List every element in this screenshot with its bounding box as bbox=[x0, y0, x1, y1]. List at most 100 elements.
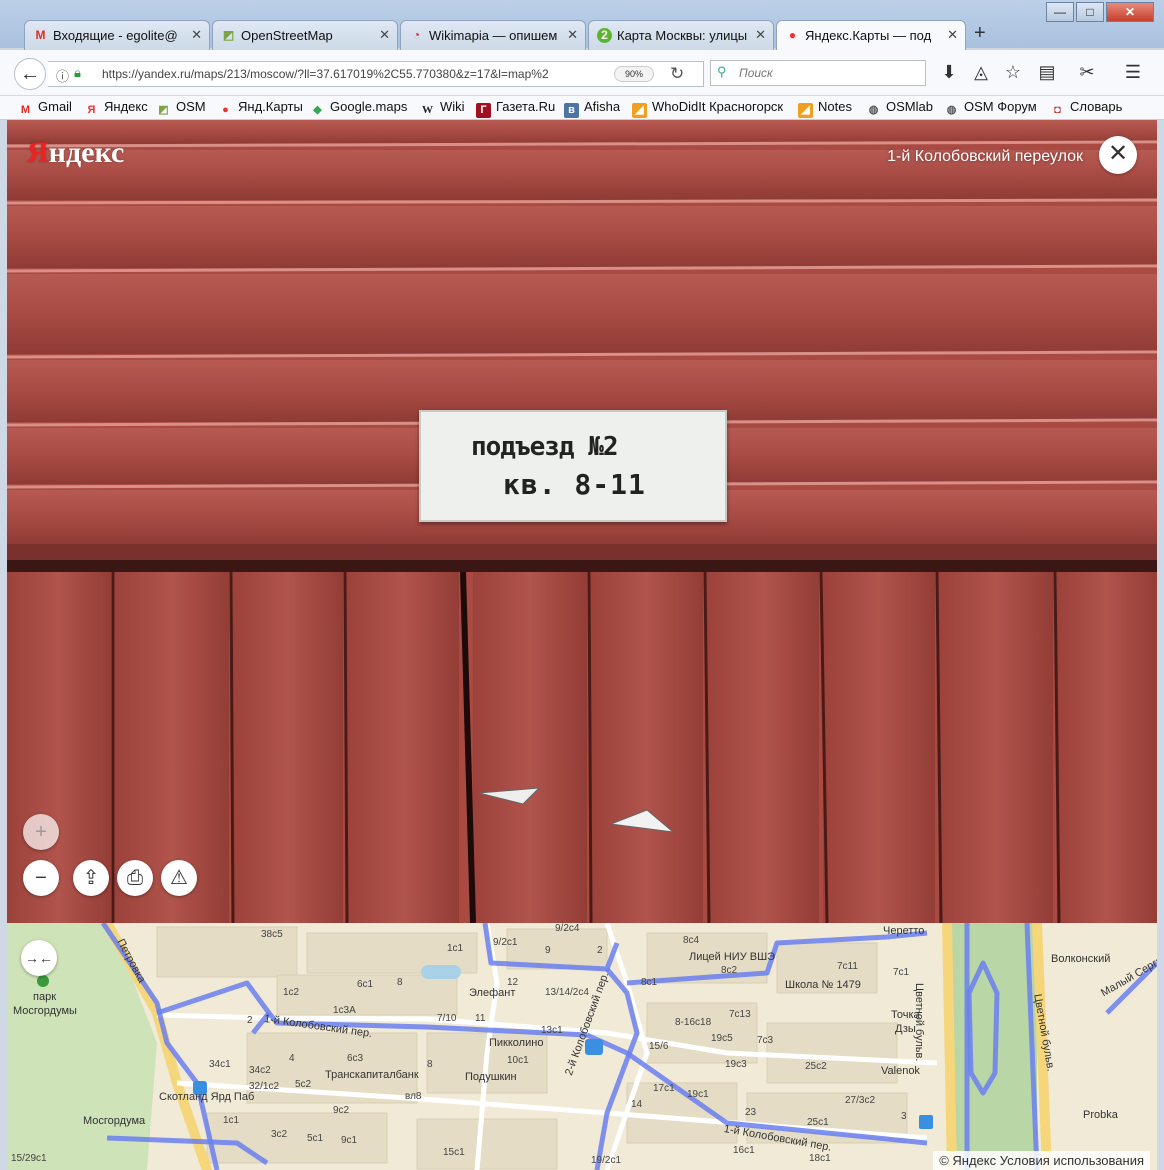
close-icon[interactable]: ✕ bbox=[947, 27, 958, 43]
close-icon[interactable]: ✕ bbox=[191, 27, 202, 43]
bookmark-gmail[interactable]: M Gmail bbox=[18, 99, 72, 118]
bookmark-afisha[interactable]: в Afisha bbox=[564, 99, 620, 118]
yandex-logo[interactable]: Яндекс bbox=[27, 136, 124, 170]
building-number: 7с1 bbox=[893, 967, 910, 978]
bookmark-star-icon[interactable]: ☆ bbox=[1002, 62, 1024, 83]
new-tab-button[interactable]: + bbox=[974, 22, 986, 45]
building-number: 9 bbox=[545, 945, 551, 956]
bookmark-osm-forum[interactable]: ◍ OSM Форум bbox=[944, 99, 1037, 118]
addon-icon[interactable]: ◬ bbox=[970, 62, 992, 83]
window-close-button[interactable]: ✕ bbox=[1106, 2, 1154, 22]
building-number: 1с3А bbox=[333, 1005, 356, 1016]
map-label[interactable]: Probka bbox=[1083, 1109, 1118, 1121]
map-label[interactable]: Волконский bbox=[1051, 953, 1110, 965]
map-label[interactable]: Пикколино bbox=[489, 1037, 543, 1049]
building-number: 4 bbox=[289, 1053, 295, 1064]
print-button[interactable]: ⎙ bbox=[117, 860, 153, 896]
tab-yandex-maps[interactable]: ● Яндекс.Карты — под ✕ bbox=[776, 20, 966, 50]
bookmark-label: Gmail bbox=[38, 99, 72, 114]
reload-icon[interactable]: ↻ bbox=[670, 64, 684, 84]
bookmark-dictionary[interactable]: ◘ Словарь bbox=[1050, 99, 1122, 118]
bookmark-google-maps[interactable]: ◆ Google.maps bbox=[310, 99, 407, 118]
map-label[interactable]: Лицей НИУ ВШЭ bbox=[689, 951, 775, 963]
navigation-bar: ⓘ 🔒︎ https://yandex.ru/maps/213/moscow/?… bbox=[0, 50, 1164, 96]
building-number: 23 bbox=[745, 1107, 757, 1118]
close-icon[interactable]: ✕ bbox=[379, 27, 390, 43]
panorama-view[interactable]: Яндекс 1-й Колобовский переулок ✕ подъез… bbox=[7, 120, 1157, 923]
osm-icon: ◩ bbox=[158, 104, 169, 116]
gmail-icon: M bbox=[35, 28, 46, 42]
maximize-button[interactable]: □ bbox=[1076, 2, 1104, 22]
tab-wikimapia[interactable]: ◔ Wikimapia — опишем ✕ bbox=[400, 20, 586, 50]
search-engine-icon: ⚲ bbox=[717, 64, 727, 79]
bookmark-whodidit[interactable]: ◢ WhoDidIt Красногорск bbox=[632, 99, 783, 118]
bookmark-label: Afisha bbox=[584, 99, 621, 114]
map-label[interactable]: Мосгордума bbox=[83, 1115, 145, 1127]
share-button[interactable]: ⇪ bbox=[73, 860, 109, 896]
map-label[interactable]: Черетто bbox=[883, 925, 924, 937]
bookmark-yandex-maps[interactable]: ● Янд.Карты bbox=[218, 99, 303, 118]
tab-openstreetmap[interactable]: ◩ OpenStreetMap ✕ bbox=[212, 20, 398, 50]
close-icon[interactable]: ✕ bbox=[755, 27, 766, 43]
share-icon: ⇪ bbox=[82, 867, 100, 889]
building-number: 27/3с2 bbox=[845, 1095, 876, 1106]
map-label[interactable]: Valenok bbox=[881, 1065, 920, 1077]
bookmark-yandex[interactable]: Я Яндекс bbox=[84, 99, 148, 118]
building-number: 7/10 bbox=[437, 1013, 457, 1024]
building-number: 34с2 bbox=[249, 1065, 271, 1076]
screenshot-icon[interactable]: ✂ bbox=[1076, 62, 1098, 83]
tab-2gis[interactable]: 2 Карта Москвы: улицы ✕ bbox=[588, 20, 774, 50]
search-box[interactable]: ⚲ bbox=[710, 60, 926, 86]
menu-icon[interactable]: ☰ bbox=[1122, 62, 1144, 83]
close-panorama-button[interactable]: ✕ bbox=[1099, 136, 1137, 174]
map-label[interactable]: парк bbox=[33, 991, 56, 1003]
building-number: 11 bbox=[475, 1013, 486, 1024]
building-number: 34с1 bbox=[209, 1059, 231, 1070]
map-label[interactable]: Мосгордумы bbox=[13, 1005, 77, 1017]
bookmark-label: OSM Форум bbox=[964, 99, 1037, 114]
minimize-button[interactable]: — bbox=[1046, 2, 1074, 22]
report-problem-button[interactable]: ⚠ bbox=[161, 860, 197, 896]
bookmark-wiki[interactable]: W Wiki bbox=[420, 99, 465, 118]
rss-icon: ◢ bbox=[632, 103, 647, 118]
bookmark-label: OSM bbox=[176, 99, 206, 114]
map-label[interactable]: Элефант bbox=[469, 987, 515, 999]
map-label[interactable]: Транскапиталбанк bbox=[325, 1069, 419, 1081]
tab-label: Яндекс.Карты — под bbox=[805, 28, 932, 43]
map-copyright[interactable]: © Яндекс Условия использования bbox=[933, 1151, 1150, 1170]
zoom-in-button[interactable]: + bbox=[23, 814, 59, 850]
building-number: 3с2 bbox=[271, 1129, 288, 1140]
info-icon[interactable]: ⓘ bbox=[56, 66, 69, 85]
reading-list-icon[interactable]: ▤ bbox=[1036, 62, 1058, 83]
bookmark-notes[interactable]: ◢ Notes bbox=[798, 99, 852, 118]
zoom-out-button[interactable]: − bbox=[23, 860, 59, 896]
mini-map[interactable]: Петровка парк Мосгордумы 1-й Колобовский пе… bbox=[7, 923, 1157, 1170]
bookmark-osm[interactable]: ◩ OSM bbox=[156, 99, 206, 118]
collapse-map-button[interactable]: →← bbox=[21, 940, 57, 976]
map-label[interactable]: Подушкин bbox=[465, 1071, 517, 1083]
zoom-indicator[interactable]: 90% bbox=[614, 66, 654, 82]
building-number: 9/2с1 bbox=[493, 937, 518, 948]
building-number: 1с1 bbox=[447, 943, 464, 954]
bookmark-label: Google.maps bbox=[330, 99, 408, 114]
building-number: 5с2 bbox=[295, 1079, 312, 1090]
url-text[interactable]: https://yandex.ru/maps/213/moscow/?ll=37… bbox=[102, 67, 602, 81]
address-bar[interactable]: ⓘ 🔒︎ https://yandex.ru/maps/213/moscow/?… bbox=[48, 61, 704, 87]
bookmark-gazeta[interactable]: Г Газета.Ru bbox=[476, 99, 555, 118]
osm-icon: ◩ bbox=[222, 28, 235, 42]
map-label[interactable]: Цветной бульв. bbox=[913, 983, 925, 1061]
map-label[interactable]: Школа № 1479 bbox=[785, 979, 861, 991]
building-number: 7с13 bbox=[729, 1009, 751, 1020]
search-input[interactable] bbox=[737, 65, 917, 81]
download-icon[interactable]: ⬇ bbox=[938, 62, 960, 83]
bookmark-label: Wiki bbox=[440, 99, 465, 114]
back-arrow-icon: ← bbox=[20, 63, 40, 85]
building-number: 6с1 bbox=[357, 979, 374, 990]
close-icon[interactable]: ✕ bbox=[567, 27, 578, 43]
bookmark-osmlab[interactable]: ◍ OSMlab bbox=[866, 99, 933, 118]
tab-gmail[interactable]: M Входящие - egolite@ ✕ bbox=[24, 20, 210, 50]
two-gis-icon: 2 bbox=[597, 28, 612, 43]
map-label[interactable]: Скотланд Ярд Паб bbox=[159, 1091, 254, 1103]
back-button[interactable]: ← bbox=[14, 58, 46, 90]
globe-icon: ◍ bbox=[946, 104, 957, 116]
